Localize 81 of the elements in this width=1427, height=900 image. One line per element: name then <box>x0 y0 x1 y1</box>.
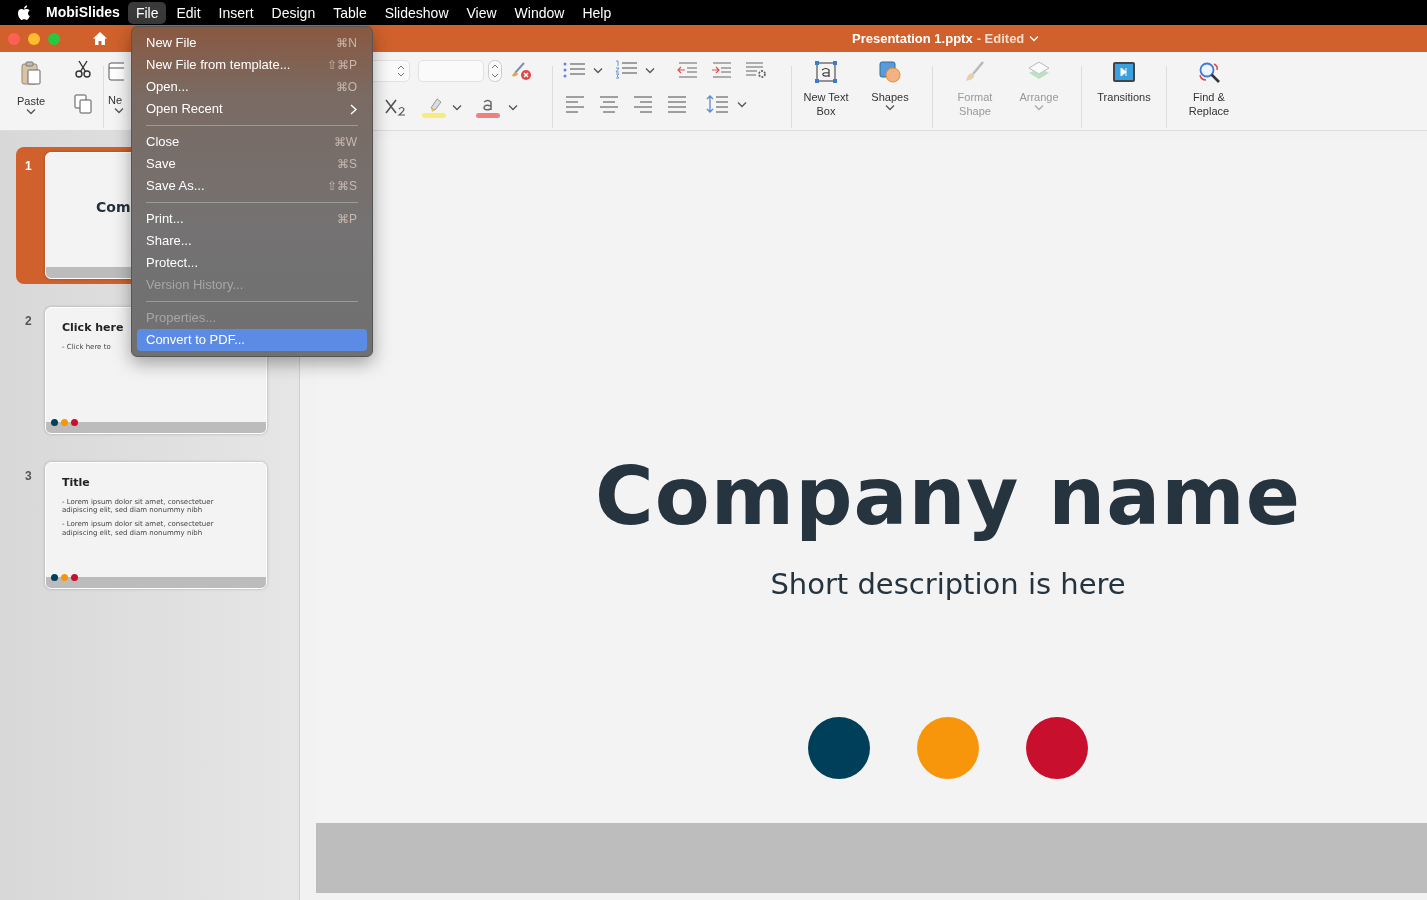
font-size-field[interactable] <box>418 60 484 82</box>
chevron-icon <box>508 103 518 111</box>
paragraph-settings-icon[interactable] <box>745 61 767 79</box>
slide-number: 2 <box>24 313 33 330</box>
slide-number: 1 <box>24 158 33 175</box>
menu-bar-item[interactable]: View <box>458 1 505 24</box>
thumbnail-title: Title <box>62 475 90 491</box>
ribbon-button[interactable]: Shapes <box>858 60 922 111</box>
numbered-list-icon <box>615 60 637 80</box>
justify-icon[interactable] <box>667 95 687 113</box>
slide-number: 3 <box>24 468 33 485</box>
minimize-button[interactable] <box>28 32 40 45</box>
align-center-icon[interactable] <box>599 95 619 113</box>
home-icon[interactable] <box>92 31 108 46</box>
shortcut-label: ⇧⌘P <box>327 57 357 74</box>
apple-logo-icon <box>18 4 32 21</box>
find-replace-icon <box>1197 60 1221 84</box>
line-spacing-button[interactable] <box>705 94 747 114</box>
ribbon-button[interactable]: Transitions <box>1092 60 1156 104</box>
ribbon-button[interactable]: Find & Replace <box>1177 60 1241 118</box>
shortcut-label: ⌘W <box>333 134 357 151</box>
increase-indent-icon[interactable] <box>711 61 733 79</box>
layout-icon <box>108 60 124 82</box>
menu-item[interactable]: Open... ⌘O <box>137 76 367 98</box>
menu-bar-item[interactable]: File <box>127 1 167 24</box>
chevron-icon <box>737 100 747 108</box>
menu-item[interactable]: Save As... ⇧⌘S <box>137 175 367 197</box>
paintbrush-icon <box>963 60 987 84</box>
chevron-icon <box>452 103 462 111</box>
menu-item[interactable]: New File from template... ⇧⌘P <box>137 54 367 76</box>
shortcut-label: ⌘O <box>335 79 357 96</box>
subscript-icon[interactable] <box>384 97 408 117</box>
document-title: Presentation 1.pptx <box>852 29 973 48</box>
updown-icon <box>397 65 405 77</box>
menu-item[interactable]: Print... ⌘P <box>137 208 367 230</box>
shortcut-label: ⇧⌘S <box>327 178 357 195</box>
new-slide-button[interactable]: Ne <box>108 60 126 114</box>
bullet-list-icon <box>563 61 585 79</box>
clipboard-icon <box>20 60 42 86</box>
menu-item[interactable]: Open Recent <box>137 98 367 120</box>
decrease-indent-icon[interactable] <box>677 61 699 79</box>
scissors-icon[interactable] <box>75 60 91 78</box>
line-spacing-icon <box>705 94 729 114</box>
menu-item[interactable]: Close ⌘W <box>137 131 367 153</box>
thumbnail-title: Com <box>96 198 131 217</box>
menu-item[interactable]: New File ⌘N <box>137 32 367 54</box>
chevron-icon <box>1029 35 1040 42</box>
menu-bar-item[interactable]: Table <box>325 1 375 24</box>
bullet-list-button[interactable] <box>563 61 603 79</box>
menu-bar-item[interactable]: Help <box>574 1 620 24</box>
app-name: MobiSlides <box>46 3 120 22</box>
menu-item[interactable]: Protect... <box>137 252 367 274</box>
document-status: - Edited <box>976 29 1025 48</box>
paste-button[interactable]: Paste <box>12 60 50 115</box>
menu-item[interactable]: Share... <box>137 230 367 252</box>
menu-bar-item[interactable]: Edit <box>168 1 209 24</box>
numbered-list-button[interactable] <box>615 60 655 80</box>
align-left-icon[interactable] <box>565 95 585 113</box>
shortcut-label: ⌘N <box>336 35 357 52</box>
zoom-button[interactable] <box>48 32 60 45</box>
clear-formatting-icon[interactable] <box>510 61 532 81</box>
highlight-button[interactable] <box>422 96 462 118</box>
align-right-icon[interactable] <box>633 95 653 113</box>
stepper-icon[interactable] <box>488 60 502 82</box>
copy-icon[interactable] <box>74 94 92 114</box>
shortcut-label: ⌘S <box>337 156 357 173</box>
menu-bar-item[interactable]: Design <box>263 1 324 24</box>
text-box-icon <box>814 60 838 84</box>
menu-bar-item[interactable]: Window <box>506 1 573 24</box>
chevron-icon <box>645 66 655 74</box>
shapes-icon <box>878 60 902 84</box>
ribbon-button[interactable]: New Text Box <box>794 60 858 118</box>
transition-icon <box>1112 60 1136 84</box>
shortcut-label: ⌘P <box>337 211 357 228</box>
thumbnail-title: Click here <box>62 320 124 336</box>
menu-item[interactable]: Save ⌘S <box>137 153 367 175</box>
menu-bar-item[interactable]: Slideshow <box>376 1 457 24</box>
menu-bar-item[interactable]: Insert <box>210 1 262 24</box>
chevron-icon <box>593 66 603 74</box>
slide-subtitle: Short description is here <box>770 566 1126 603</box>
highlighter-icon <box>422 96 446 118</box>
